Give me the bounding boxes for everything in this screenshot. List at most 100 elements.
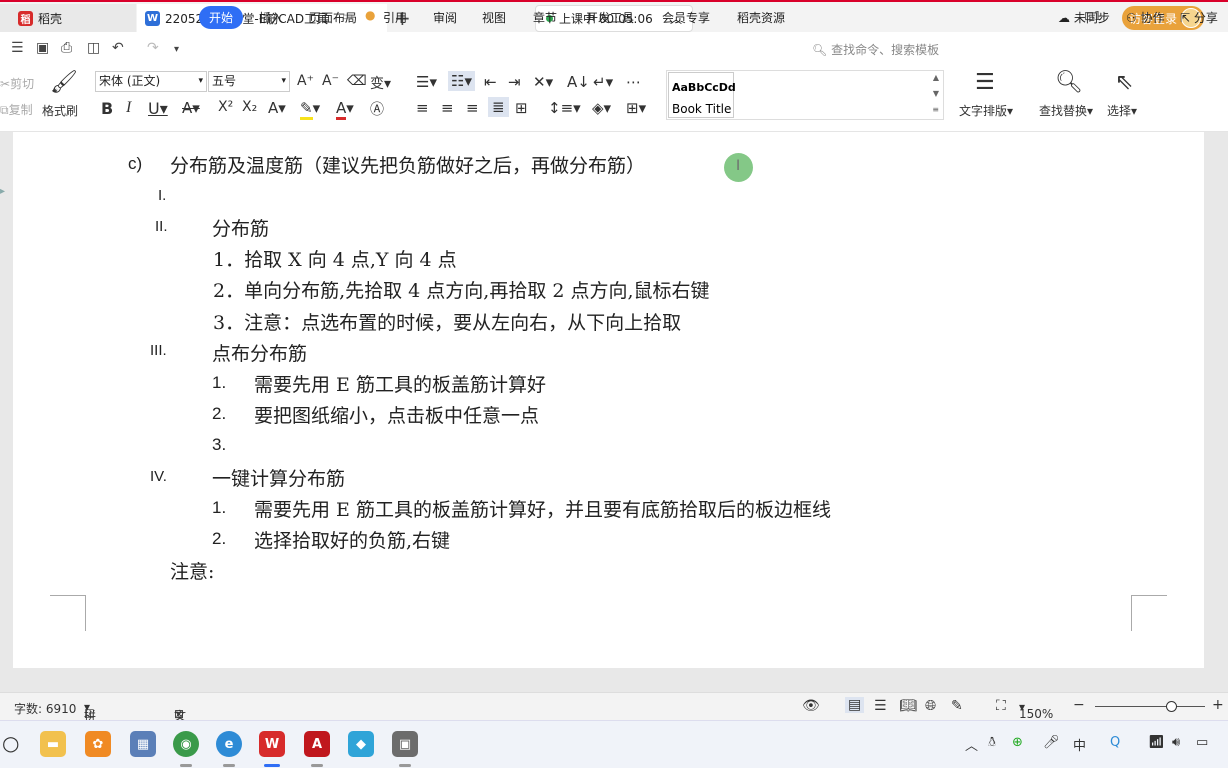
line-spacing-icon[interactable]: ↕≡▾ [548, 99, 581, 117]
web-view-icon[interactable]: 🌐︎ [925, 698, 936, 714]
menu-start[interactable]: 开始 [199, 6, 244, 29]
select-button[interactable]: 选择▾ [1107, 102, 1137, 119]
ime-icon[interactable]: 中 [1073, 735, 1086, 754]
search-icon[interactable]: ○ [2, 731, 19, 755]
text-layout-button[interactable]: 文字排版▾ [959, 102, 1013, 119]
menu-page-layout[interactable]: 页面布局 [309, 9, 357, 26]
zoom-slider-track[interactable] [1095, 706, 1205, 707]
decrease-indent-icon[interactable]: ⇤ [484, 73, 497, 91]
zoom-out-icon[interactable]: − [1073, 697, 1085, 713]
command-search[interactable]: 🔍︎ 查找命令、搜索模板 [812, 41, 939, 58]
menu-insert[interactable]: 插入 [259, 9, 283, 26]
zoom-slider-knob[interactable] [1166, 701, 1177, 712]
tab-docer[interactable]: 稻 稻壳 [0, 4, 136, 32]
undo-icon[interactable]: ↶ [112, 40, 124, 56]
font-size-select[interactable]: 五号 ▾ [208, 71, 290, 92]
increase-indent-icon[interactable]: ⇥ [508, 73, 521, 91]
style-up-icon[interactable]: ▲ [933, 73, 939, 82]
format-painter-label[interactable]: 格式刷 [42, 102, 78, 119]
app-gray-icon[interactable]: ▣ [392, 731, 418, 757]
align-left-icon[interactable]: ≡ [416, 99, 429, 117]
document-page[interactable] [13, 132, 1204, 668]
page-view-icon[interactable]: ▤ [845, 697, 865, 713]
menu-review[interactable]: 审阅 [433, 9, 457, 26]
align-right-icon[interactable]: ≡ [466, 99, 479, 117]
clear-format-icon[interactable]: ⌫ [347, 73, 367, 89]
share-button[interactable]: ⇱ 分享 [1180, 9, 1218, 26]
shading-icon[interactable]: ◈▾ [592, 99, 611, 117]
text-layout-icon[interactable]: ☰ [975, 70, 995, 95]
eye-protect-icon[interactable]: 👁︎ [802, 698, 820, 714]
bold-icon[interactable]: B [101, 99, 113, 118]
copy-button[interactable]: ⧉复制 [0, 101, 33, 118]
italic-icon[interactable]: I [126, 99, 131, 117]
qq-icon[interactable]: 🐧︎ [988, 735, 996, 751]
borders-icon[interactable]: ⊞▾ [626, 99, 646, 117]
autocad-icon[interactable]: A [304, 731, 330, 757]
app-blue-icon[interactable]: ◆ [348, 731, 374, 757]
superscript-icon[interactable]: X² [218, 99, 233, 115]
distribute-icon[interactable]: ⊞ [515, 99, 528, 117]
strikethrough-icon[interactable]: A▾ [182, 99, 200, 117]
find-replace-button[interactable]: 查找替换▾ [1039, 102, 1093, 119]
grow-font-icon[interactable]: A⁺ [297, 73, 314, 89]
subscript-icon[interactable]: X₂ [242, 99, 257, 115]
menu-view[interactable]: 视图 [482, 9, 506, 26]
file-menu-icon[interactable]: ☰ [11, 40, 24, 56]
chinese-layout-icon[interactable]: ✕▾ [533, 73, 553, 91]
fit-page-icon[interactable]: ⛶ [996, 698, 1006, 714]
microphone-icon[interactable]: 🎤︎ [1043, 735, 1060, 750]
justify-icon[interactable]: ≣ [488, 97, 509, 117]
zoom-in-icon[interactable]: + [1212, 697, 1224, 713]
text-effect-icon[interactable]: A▾ [268, 99, 286, 117]
quick-access-chevron-icon[interactable]: ▾ [174, 44, 179, 55]
underline-icon[interactable]: U▾ [148, 99, 168, 118]
sync-status[interactable]: ☁ 未同步 [1058, 9, 1110, 26]
format-painter-icon[interactable]: 🖌︎ [50, 70, 78, 95]
font-color-icon[interactable]: A▾ [336, 99, 354, 120]
char-border-icon[interactable]: Ⓐ [370, 99, 384, 119]
show-marks-icon[interactable]: ↵▾ [593, 73, 613, 91]
numbered-list-icon[interactable]: ☷▾ [448, 71, 475, 91]
style-book-title[interactable]: AaBbCcDd Book Title [668, 72, 736, 118]
app-tray-icon[interactable]: ⊕ [1012, 735, 1023, 750]
menu-reference[interactable]: 引用 [383, 9, 407, 26]
zoom-level[interactable]: 150% ▾ [1019, 700, 1053, 721]
more-icon[interactable]: ⋯ [626, 73, 641, 91]
cut-button[interactable]: ✂剪切 [0, 75, 34, 92]
wps-icon[interactable]: W [259, 731, 285, 757]
style-more-icon[interactable]: ≡ [932, 105, 939, 114]
style-down-icon[interactable]: ▼ [933, 89, 939, 98]
print-icon[interactable]: ⎙ [61, 40, 72, 56]
bullet-list-icon[interactable]: ☰▾ [416, 73, 437, 91]
app-orange-icon[interactable]: ✿ [85, 731, 111, 757]
align-center-icon[interactable]: ≡ [441, 99, 454, 117]
file-explorer-icon[interactable]: ▬ [40, 731, 66, 757]
nav-handle-icon[interactable]: ▸ [0, 186, 5, 197]
app-q-icon[interactable]: Q [1110, 735, 1120, 750]
highlight-icon[interactable]: ✎▾ [300, 99, 320, 120]
menu-docer-resources[interactable]: 稻壳资源 [737, 9, 785, 26]
menu-chapter[interactable]: 章节 [533, 9, 557, 26]
font-name-select[interactable]: 宋体 (正文) ▾ [95, 71, 207, 92]
outline-view-icon[interactable]: ☰ [874, 698, 887, 714]
phonetic-icon[interactable]: 变▾ [370, 73, 391, 93]
spell-check-button[interactable]: ☑拼写检查▾ [84, 700, 96, 768]
app-green-icon[interactable]: ◉ [173, 731, 199, 757]
battery-icon[interactable]: ▭ [1196, 735, 1208, 750]
save-icon[interactable]: ▣ [36, 40, 49, 56]
collab-button[interactable]: ⚇ 协作 [1126, 9, 1165, 26]
calculator-icon[interactable]: ▦ [130, 731, 156, 757]
browser-icon[interactable]: e [216, 731, 242, 757]
shrink-font-icon[interactable]: A⁻ [322, 73, 339, 89]
word-count[interactable]: 字数: 6910 [14, 700, 76, 717]
style-gallery[interactable]: AaBbCcDd Book Title ▲ ▼ ≡ [666, 70, 944, 120]
sort-icon[interactable]: A↓ [567, 73, 590, 91]
print-preview-icon[interactable]: ◫ [87, 40, 100, 56]
menu-developer[interactable]: 开发工具 [586, 9, 634, 26]
volume-icon[interactable]: 🔊︎ [1172, 735, 1180, 750]
select-arrow-icon[interactable]: ⇖ [1115, 70, 1133, 95]
redo-icon[interactable]: ↷ [147, 40, 159, 56]
wifi-icon[interactable]: 📶︎ [1148, 735, 1165, 750]
tray-chevron-icon[interactable]: ︿ [965, 735, 978, 754]
